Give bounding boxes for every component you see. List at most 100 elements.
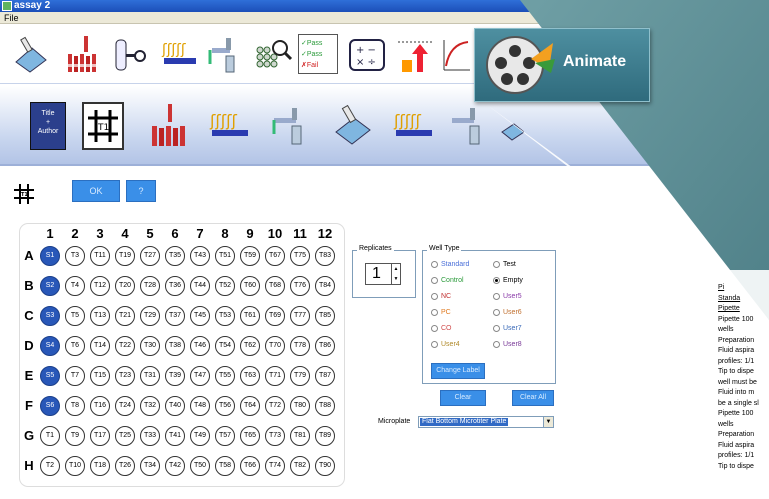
plate-well[interactable]: T55 (215, 366, 235, 386)
radio-dot-icon[interactable] (493, 341, 500, 348)
column-header[interactable]: 9 (238, 226, 262, 241)
plate-well[interactable]: T41 (165, 426, 185, 446)
plate-well[interactable]: T35 (165, 246, 185, 266)
arrow-up-chart-icon[interactable] (394, 34, 436, 76)
plate-well[interactable]: S5 (40, 366, 60, 386)
plate-well[interactable]: T62 (240, 336, 260, 356)
plate-well[interactable]: T89 (315, 426, 335, 446)
plate-well[interactable]: T81 (290, 426, 310, 446)
animate-button[interactable]: Animate (474, 28, 650, 102)
radio-dot-icon[interactable] (431, 325, 438, 332)
plate-well[interactable]: T84 (315, 276, 335, 296)
plate-well[interactable]: T58 (215, 456, 235, 476)
plate-well[interactable]: T15 (90, 366, 110, 386)
change-label-button[interactable]: Change Label (431, 363, 485, 379)
plate-well[interactable]: T13 (90, 306, 110, 326)
plate-well[interactable]: T33 (140, 426, 160, 446)
plate-well[interactable]: T18 (90, 456, 110, 476)
wash-step-2-icon[interactable] (446, 102, 496, 150)
plate-well[interactable]: T32 (140, 396, 160, 416)
plate-layout-step[interactable]: T1 (82, 102, 124, 150)
well-type-radio[interactable]: Test (493, 261, 516, 268)
plate-well[interactable]: S6 (40, 396, 60, 416)
well-type-radio[interactable]: PC (431, 309, 451, 316)
plate-well[interactable]: T19 (115, 246, 135, 266)
plate-well[interactable]: T51 (215, 246, 235, 266)
dispense-step-2-icon[interactable]: ʃʃʃʃʃ (390, 102, 440, 150)
radio-dot-icon[interactable] (493, 261, 500, 268)
plate-well[interactable]: T26 (115, 456, 135, 476)
column-header[interactable]: 6 (163, 226, 187, 241)
column-header[interactable]: 12 (313, 226, 337, 241)
column-header[interactable]: 5 (138, 226, 162, 241)
row-header[interactable]: G (22, 428, 36, 443)
radio-dot-icon[interactable] (493, 309, 500, 316)
plate-well[interactable]: T8 (65, 396, 85, 416)
row-header[interactable]: E (22, 368, 36, 383)
plate-well[interactable]: T87 (315, 366, 335, 386)
plate-well[interactable]: T70 (265, 336, 285, 356)
column-header[interactable]: 4 (113, 226, 137, 241)
plate-well[interactable]: T44 (190, 276, 210, 296)
plate-well[interactable]: T85 (315, 306, 335, 326)
radio-dot-icon[interactable] (431, 277, 438, 284)
plate-well[interactable]: T49 (190, 426, 210, 446)
plate-well[interactable]: S2 (40, 276, 60, 296)
column-header[interactable]: 1 (38, 226, 62, 241)
plate-well[interactable]: T42 (165, 456, 185, 476)
plate-well[interactable]: T72 (265, 396, 285, 416)
plate-well[interactable]: T46 (190, 336, 210, 356)
plate-well[interactable]: T14 (90, 336, 110, 356)
plate-well[interactable]: T47 (190, 366, 210, 386)
clear-button[interactable]: Clear (440, 390, 486, 406)
curve-graph-icon[interactable] (440, 34, 470, 76)
row-header[interactable]: A (22, 248, 36, 263)
help-button[interactable]: ? (126, 180, 156, 202)
plate-well[interactable]: T67 (265, 246, 285, 266)
plate-well[interactable]: T5 (65, 306, 85, 326)
plate-well[interactable]: T71 (265, 366, 285, 386)
plate-well[interactable]: T82 (290, 456, 310, 476)
plate-well[interactable]: T54 (215, 336, 235, 356)
plate-well[interactable]: T59 (240, 246, 260, 266)
ok-button[interactable]: OK (72, 180, 120, 202)
plate-well[interactable]: T39 (165, 366, 185, 386)
plate-well[interactable]: T63 (240, 366, 260, 386)
plate-well[interactable]: T28 (140, 276, 160, 296)
row-header[interactable]: C (22, 308, 36, 323)
plate-well[interactable]: T68 (265, 276, 285, 296)
well-type-radio[interactable]: User4 (431, 341, 460, 348)
plate-well[interactable]: T11 (90, 246, 110, 266)
plate-well[interactable]: T37 (165, 306, 185, 326)
plate-well[interactable]: T75 (290, 246, 310, 266)
row-header[interactable]: B (22, 278, 36, 293)
plate-well[interactable]: T88 (315, 396, 335, 416)
well-type-radio[interactable]: Empty (493, 277, 523, 284)
plate-well[interactable]: S4 (40, 336, 60, 356)
radio-dot-icon[interactable] (493, 277, 500, 284)
plate-well[interactable]: T74 (265, 456, 285, 476)
plate-well[interactable]: T31 (140, 366, 160, 386)
plate-well[interactable]: T48 (190, 396, 210, 416)
plate-well[interactable]: T90 (315, 456, 335, 476)
wash-step-icon[interactable] (268, 102, 318, 150)
column-header[interactable]: 10 (263, 226, 287, 241)
spinner-arrows-icon[interactable]: ▲ ▼ (391, 264, 400, 284)
plate-well[interactable]: T38 (165, 336, 185, 356)
clear-all-button[interactable]: Clear All (512, 390, 554, 406)
plate-well[interactable]: T53 (215, 306, 235, 326)
plate-well[interactable]: S3 (40, 306, 60, 326)
row-header[interactable]: F (22, 398, 36, 413)
plate-well[interactable]: T10 (65, 456, 85, 476)
radio-dot-icon[interactable] (431, 309, 438, 316)
plate-well[interactable]: T9 (65, 426, 85, 446)
column-header[interactable]: 7 (188, 226, 212, 241)
plate-well[interactable]: T25 (115, 426, 135, 446)
dispense-step-icon[interactable]: ʃʃʃʃʃ (206, 102, 256, 150)
well-type-radio[interactable]: CO (431, 325, 452, 332)
radio-dot-icon[interactable] (431, 261, 438, 268)
radio-dot-icon[interactable] (493, 325, 500, 332)
plate-well[interactable]: S1 (40, 246, 60, 266)
plate-well[interactable]: T21 (115, 306, 135, 326)
tube-key-icon[interactable] (112, 34, 154, 76)
